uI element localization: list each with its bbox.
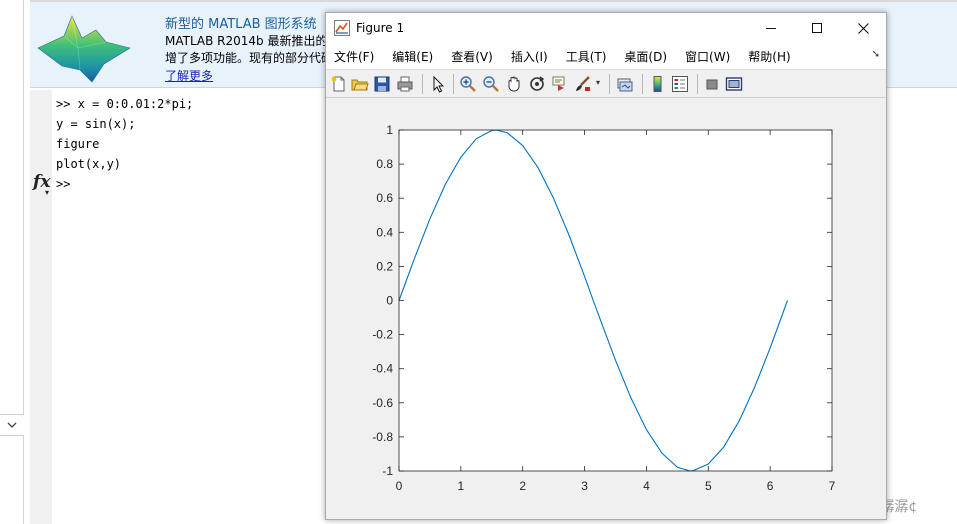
y-tick-label: -0.4 [372, 362, 393, 376]
command-window-gutter [30, 90, 52, 524]
panel-dropdown-button[interactable] [0, 414, 24, 436]
command-line: >> x = 0:0.01:2*pi; [56, 97, 194, 111]
menu-insert[interactable]: 插入(I) [511, 48, 548, 65]
edit-plot-icon[interactable] [429, 75, 447, 93]
pan-icon[interactable] [505, 75, 523, 93]
zoom-out-icon[interactable] [482, 75, 500, 93]
axes-plot[interactable]: 0 1 2 3 4 5 6 7 -1 -0.8 -0.6 -0.4 -0.2 0 0.2 0.4 0.6 0.8 1 [326, 99, 886, 519]
open-file-icon[interactable] [351, 75, 369, 93]
menu-window[interactable]: 窗口(W) [685, 48, 730, 65]
new-figure-icon[interactable] [330, 75, 348, 93]
learn-more-link[interactable]: 了解更多 [165, 67, 213, 84]
command-line: plot(x,y) [56, 157, 122, 171]
chevron-down-icon [7, 422, 17, 428]
toolbar-separator [697, 74, 698, 94]
x-tick-label: 0 [396, 479, 403, 493]
menu-help[interactable]: 帮助(H) [748, 48, 790, 65]
data-cursor-icon[interactable] [551, 75, 569, 93]
command-prompt[interactable]: >> [56, 174, 193, 194]
y-tick-label: 1 [386, 123, 393, 137]
toolbar-separator [609, 74, 610, 94]
legend-icon[interactable] [671, 75, 689, 93]
figure-title: Figure 1 [356, 21, 405, 35]
y-tick-label: -0.6 [372, 396, 393, 410]
menu-view[interactable]: 查看(V) [451, 48, 493, 65]
banner-text-line1: MATLAB R2014b 最新推出的 [165, 34, 328, 48]
hide-plot-tools-icon[interactable] [703, 75, 721, 93]
x-tick-label: 5 [705, 479, 712, 493]
command-window[interactable]: >> x = 0:0.01:2*pi; y = sin(x); figure p… [56, 94, 193, 194]
brush-icon[interactable] [574, 75, 592, 93]
command-line: y = sin(x); [56, 117, 136, 131]
caret-down-icon: ▾ [45, 188, 50, 197]
x-tick-label: 4 [643, 479, 650, 493]
y-tick-label: 0.2 [376, 259, 393, 273]
banner-text-line2: 增了多项功能。现有的部分代码 [165, 51, 334, 65]
print-icon[interactable] [396, 75, 414, 93]
colorbar-icon[interactable] [648, 75, 666, 93]
x-tick-label: 3 [581, 479, 588, 493]
close-icon [857, 22, 869, 34]
link-plot-icon[interactable] [616, 75, 634, 93]
rotate-3d-icon[interactable] [528, 75, 546, 93]
toolbar-separator [422, 74, 423, 94]
dock-arrow-icon[interactable]: ➘ [872, 49, 880, 60]
maximize-icon [812, 23, 822, 33]
menu-tools[interactable]: 工具(T) [566, 48, 607, 65]
figure-window[interactable]: Figure 1 文件(F) 编辑(E) 查看(V) 插入(I) 工具(T) 桌… [325, 12, 887, 520]
y-tick-label: -0.8 [372, 430, 393, 444]
workspace-panel-edge [0, 0, 24, 524]
axes-background [399, 130, 832, 471]
x-tick-label: 6 [767, 479, 774, 493]
menu-file[interactable]: 文件(F) [334, 48, 374, 65]
matlab-figure-app-icon [334, 20, 350, 36]
x-tick-label: 1 [458, 479, 465, 493]
brush-dropdown-icon[interactable]: ▾ [596, 78, 600, 87]
plot-area[interactable]: 0 1 2 3 4 5 6 7 -1 -0.8 -0.6 -0.4 -0.2 0 0.2 0.4 0.6 0.8 1 [326, 99, 886, 519]
figure-menubar: 文件(F) 编辑(E) 查看(V) 插入(I) 工具(T) 桌面(D) 窗口(W… [326, 43, 886, 69]
zoom-in-icon[interactable] [459, 75, 477, 93]
y-tick-label: -1 [382, 464, 393, 478]
toolbar-separator [642, 74, 643, 94]
y-tick-label: -0.2 [372, 328, 393, 342]
y-tick-label: 0.8 [376, 157, 393, 171]
matlab-peaks-logo [37, 15, 131, 83]
toolbar-separator [453, 74, 454, 94]
y-tick-label: 0.4 [376, 225, 393, 239]
show-plot-tools-icon[interactable] [725, 75, 743, 93]
figure-toolbar: ▾ [326, 69, 886, 98]
minimize-button[interactable] [748, 13, 794, 43]
command-line: figure [56, 137, 100, 151]
save-icon[interactable] [373, 75, 391, 93]
close-button[interactable] [840, 13, 886, 43]
menu-edit[interactable]: 编辑(E) [392, 48, 433, 65]
y-tick-label: 0.6 [376, 191, 393, 205]
maximize-button[interactable] [794, 13, 840, 43]
x-tick-label: 2 [519, 479, 526, 493]
figure-titlebar[interactable]: Figure 1 [326, 13, 886, 43]
minimize-icon [766, 28, 776, 29]
y-tick-label: 0 [386, 294, 393, 308]
x-tick-label: 7 [829, 479, 836, 493]
banner-title: 新型的 MATLAB 图形系统 [165, 17, 317, 32]
menu-desktop[interactable]: 桌面(D) [624, 48, 667, 65]
